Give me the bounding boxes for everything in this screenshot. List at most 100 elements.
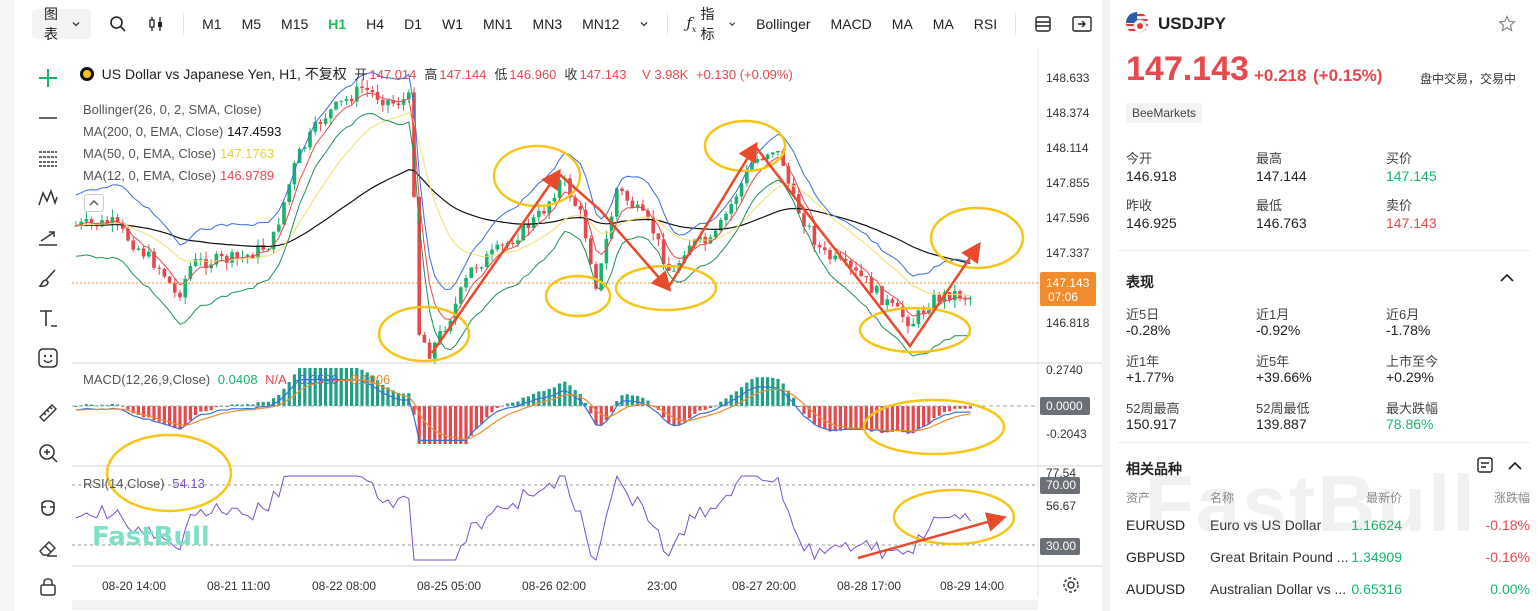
lock-icon: [40, 578, 56, 596]
macd-diff-value: -0.1006: [346, 372, 391, 387]
collapse-performance-button[interactable]: [1498, 270, 1516, 289]
related-row[interactable]: AUDUSD Australian Dollar vs ... 0.65316 0.0…: [1126, 573, 1530, 605]
ohlc-item: 高 147.144: [424, 67, 490, 82]
time-tick: 08-28 17:00: [837, 579, 901, 593]
ohlc-label: 低: [494, 67, 508, 82]
performance-label: 近1月: [1256, 307, 1290, 322]
text-tool[interactable]: [36, 306, 60, 330]
related-detail-button[interactable]: [1476, 456, 1494, 477]
broker-badge: BeeMarkets: [1126, 103, 1203, 123]
indicator-ma-3[interactable]: MA: [923, 9, 964, 39]
pattern-tool[interactable]: [36, 186, 60, 210]
indicator-rsi-4[interactable]: RSI: [964, 9, 1007, 39]
layout-template-icon: [1035, 16, 1051, 32]
chart-type-dropdown[interactable]: 图表: [32, 6, 92, 42]
brush-tool[interactable]: [36, 266, 60, 290]
lock-tool[interactable]: [36, 574, 60, 598]
stat-label: 今开: [1126, 151, 1153, 166]
macd-tick: -0.2043: [1046, 427, 1087, 441]
crosshair-tool[interactable]: [36, 66, 60, 90]
time-scrollbar: [72, 600, 1038, 610]
price-tick: 147.596: [1046, 211, 1090, 225]
document-icon: [1477, 457, 1493, 473]
collapse-legend-button[interactable]: [84, 194, 104, 212]
indicators-button[interactable]: ƒx 指标: [676, 6, 746, 42]
timeframe-m1[interactable]: M1: [192, 9, 231, 39]
performance-label: 最大跌幅: [1386, 401, 1439, 416]
performance-value: 78.86%: [1386, 416, 1434, 432]
ruler-icon: [39, 404, 57, 422]
plus-icon: [39, 69, 57, 87]
performance-label: 近5日: [1126, 307, 1160, 322]
timeframe-m5[interactable]: M5: [232, 9, 271, 39]
indicator-ma-2[interactable]: MA: [882, 9, 923, 39]
panel-change: +0.218: [1254, 66, 1307, 85]
price-tick: 146.818: [1046, 316, 1090, 330]
magnet-tool[interactable]: [36, 496, 60, 520]
timeframe-m15[interactable]: M15: [271, 9, 318, 39]
stat-value: 147.145: [1386, 168, 1437, 184]
section-divider: [1118, 250, 1530, 251]
section-divider: [1118, 442, 1530, 443]
fastbull-logo: FastBull: [92, 522, 210, 552]
rsi-line: [75, 475, 971, 561]
timeframe-mn3[interactable]: MN3: [523, 9, 573, 39]
fib-tool[interactable]: [36, 146, 60, 170]
ohlc-item: 收 147.143: [564, 67, 630, 82]
rsi-tick: 56.67: [1046, 499, 1076, 513]
indicator-bollinger-0[interactable]: Bollinger: [746, 9, 820, 39]
macd-tick: 0.2740: [1046, 363, 1083, 377]
legend-value: 147.1763: [219, 146, 275, 161]
eraser-icon: [39, 541, 57, 557]
ohlc-item: 低 146.960: [494, 67, 560, 82]
search-button[interactable]: [99, 9, 137, 39]
drawing-toolbar: [24, 48, 72, 611]
performance-title: 表现: [1126, 274, 1154, 290]
trend-tool[interactable]: [36, 226, 60, 250]
template-button[interactable]: [1024, 9, 1062, 39]
legend-row: MA(200, 0, EMA, Close) 147.4593: [83, 124, 285, 139]
stat-value: 146.763: [1256, 215, 1307, 231]
macd-tick: 0.0000: [1046, 399, 1083, 413]
line-tool[interactable]: [36, 106, 60, 130]
candle-style-button[interactable]: [137, 9, 175, 39]
price-chart[interactable]: 148.633 148.374 148.114 147.855 147.596 147.3…: [72, 48, 1108, 611]
search-icon: [110, 16, 126, 32]
timeframe-h1[interactable]: H1: [318, 9, 356, 39]
zoom-tool[interactable]: [36, 441, 60, 465]
price-tick: 147.855: [1046, 176, 1090, 190]
related-price: 0.65316: [1351, 581, 1402, 597]
indicator-macd-1[interactable]: MACD: [821, 9, 882, 39]
performance-label: 近1年: [1126, 354, 1160, 369]
chart-toolbar: 图表 M1 M5 M15 H1 H4 D1 W1 MN1 MN3 MN12 ƒx 指标 Bolli…: [24, 0, 1102, 48]
price-tick: 148.633: [1046, 71, 1090, 85]
symbol-flag-icon: [80, 67, 94, 81]
stat-value: 146.925: [1126, 215, 1177, 231]
related-name: Australian Dollar vs ...: [1210, 581, 1347, 597]
stat-label: 最高: [1256, 151, 1283, 166]
chart-settings-button[interactable]: [1062, 576, 1080, 594]
emoji-tool[interactable]: [36, 346, 60, 370]
eraser-tool[interactable]: [36, 536, 60, 560]
timeframe-d1[interactable]: D1: [394, 9, 432, 39]
chevron-down-icon: [641, 22, 648, 27]
performance-value: 139.887: [1256, 416, 1307, 432]
fastbull-watermark: FastBull: [1145, 459, 1477, 548]
more-timeframes-button[interactable]: [629, 9, 659, 39]
legend-name: MA(12, 0, EMA, Close): [83, 168, 216, 183]
rsi-value: 54.13: [172, 476, 205, 491]
market-status: 盘中交易，交易中: [1420, 72, 1517, 86]
timeframe-mn1[interactable]: MN1: [473, 9, 523, 39]
collapse-related-button[interactable]: [1506, 458, 1524, 477]
timeframe-w1[interactable]: W1: [432, 9, 473, 39]
measure-tool[interactable]: [36, 401, 60, 425]
timeframe-h4[interactable]: H4: [356, 9, 394, 39]
legend-name: Bollinger(26, 0, 2, SMA, Close): [83, 102, 262, 117]
timeframe-mn12[interactable]: MN12: [572, 9, 629, 39]
favorite-button[interactable]: [1498, 15, 1516, 36]
chart-type-label: 图表: [44, 6, 58, 42]
related-column-header: 涨跌幅: [1493, 491, 1530, 505]
stat-value: 147.143: [1386, 215, 1437, 231]
collapse-panel-button[interactable]: [1062, 9, 1102, 39]
toolbar-divider: [183, 13, 185, 35]
